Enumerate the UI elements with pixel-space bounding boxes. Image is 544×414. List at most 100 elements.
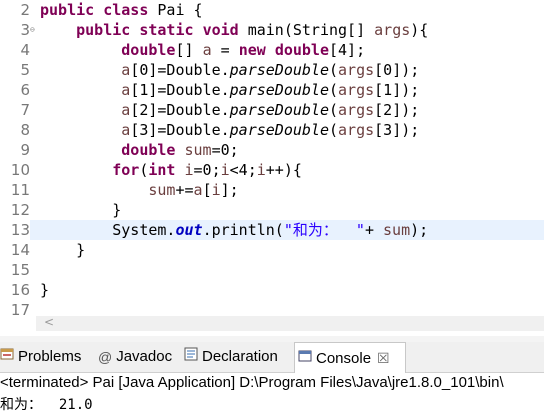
code-line[interactable]: 8 a[3]=Double.parseDouble(args[3]); — [0, 120, 544, 140]
code-token: out — [175, 221, 203, 239]
code-text: double[] a = new double[4]; — [40, 40, 365, 60]
scroll-left-arrow-icon[interactable]: < — [44, 315, 54, 329]
fold-collapse-icon[interactable]: ⊖ — [30, 20, 40, 40]
line-number: 12 — [10, 201, 30, 219]
code-token: a — [121, 101, 131, 119]
line-number: 16 — [10, 281, 30, 299]
code-token: [0]=Double. — [130, 61, 230, 79]
tab-declaration[interactable]: Declaration — [184, 342, 278, 372]
code-token: a — [121, 61, 131, 79]
line-number: 7 — [20, 101, 30, 119]
code-token: args — [338, 81, 375, 99]
code-editor[interactable]: 2 public class Pai {3 ⊖ public static void… — [0, 0, 544, 319]
code-token: parseDouble — [229, 61, 329, 79]
code-line[interactable]: 4 double[] a = new double[4]; — [0, 40, 544, 60]
code-token: static — [139, 21, 194, 39]
code-token: sum — [184, 141, 212, 159]
code-token: double — [121, 41, 176, 59]
code-token: [3]=Double. — [130, 121, 230, 139]
code-token: [] — [175, 41, 203, 59]
code-token: "和为： " — [283, 221, 365, 239]
code-line[interactable]: 16} — [0, 280, 544, 300]
code-text: } — [40, 240, 85, 260]
code-token: main(String[] — [238, 21, 375, 39]
bottom-panel-tabs: Problems @ Javadoc Declaration Console ☒ — [0, 342, 544, 374]
code-line[interactable]: 7 a[2]=Double.parseDouble(args[2]); — [0, 100, 544, 120]
code-token: args — [338, 101, 375, 119]
code-token: [2]); — [374, 101, 420, 119]
code-token: [ — [202, 181, 212, 199]
tab-problems-label: Problems — [18, 348, 82, 365]
code-token: void — [202, 21, 239, 39]
code-token: a — [193, 181, 203, 199]
code-token: ( — [329, 121, 339, 139]
code-line[interactable]: 2 public class Pai { — [0, 0, 544, 20]
code-line[interactable]: 15 — [0, 260, 544, 280]
code-text: sum+=a[i]; — [40, 180, 238, 200]
code-token: } — [40, 201, 122, 219]
tab-javadoc[interactable]: @ Javadoc — [98, 342, 172, 372]
close-console-icon[interactable]: ☒ — [377, 350, 390, 366]
line-number: 10 — [10, 161, 30, 179]
code-token: a — [121, 121, 131, 139]
code-token: Pai { — [148, 1, 203, 19]
code-line[interactable]: 9 double sum=0; — [0, 140, 544, 160]
code-line[interactable]: 12 } — [0, 200, 544, 220]
code-line[interactable]: 13 System.out.println("和为： "+ sum); — [0, 220, 544, 240]
code-token: parseDouble — [229, 121, 329, 139]
code-token: .println( — [202, 221, 284, 239]
code-token: [4]; — [329, 41, 366, 59]
code-token: [2]=Double. — [130, 101, 230, 119]
code-token: new — [238, 41, 266, 59]
line-number: 5 — [20, 61, 30, 79]
code-token: } — [40, 281, 50, 299]
code-text: } — [40, 280, 49, 300]
code-token: parseDouble — [229, 81, 329, 99]
code-token: parseDouble — [229, 101, 329, 119]
console-header: <terminated> Pai [Java Application] D:\P… — [0, 374, 504, 391]
code-token: public — [40, 1, 95, 19]
code-text: a[3]=Double.parseDouble(args[3]); — [40, 120, 419, 140]
code-line[interactable]: 3 ⊖ public static void main(String[] args… — [0, 20, 544, 40]
horizontal-scrollbar[interactable]: < — [36, 315, 544, 331]
code-line[interactable]: 11 sum+=a[i]; — [0, 180, 544, 200]
code-text: a[0]=Double.parseDouble(args[0]); — [40, 60, 419, 80]
line-number: 15 — [10, 261, 30, 279]
code-token: } — [40, 241, 86, 259]
code-text: System.out.println("和为： "+ sum); — [40, 220, 428, 240]
code-line[interactable]: 5 a[0]=Double.parseDouble(args[0]); — [0, 60, 544, 80]
code-token: [1]=Double. — [130, 81, 230, 99]
javadoc-icon: @ — [98, 349, 113, 366]
tab-console-label: Console — [316, 350, 372, 367]
code-token: ( — [329, 101, 339, 119]
code-text: public static void main(String[] args){ — [40, 20, 428, 40]
code-line[interactable]: 14 } — [0, 240, 544, 260]
code-line[interactable]: 10 for(int i=0;i<4;i++){ — [0, 160, 544, 180]
code-token: for — [112, 161, 140, 179]
code-token: sum — [148, 181, 176, 199]
code-token: i — [256, 161, 266, 179]
code-token: args — [374, 21, 411, 39]
code-token: int — [148, 161, 176, 179]
code-token: [3]); — [374, 121, 420, 139]
line-number: 4 — [20, 41, 30, 59]
code-line[interactable]: 6 a[1]=Double.parseDouble(args[1]); — [0, 80, 544, 100]
code-token: ( — [329, 81, 339, 99]
tab-problems[interactable]: Problems — [0, 342, 81, 372]
line-number: 17 — [10, 301, 30, 319]
line-number: 3 — [20, 21, 30, 39]
tab-console[interactable]: Console ☒ — [294, 342, 406, 374]
code-token: a — [121, 81, 131, 99]
